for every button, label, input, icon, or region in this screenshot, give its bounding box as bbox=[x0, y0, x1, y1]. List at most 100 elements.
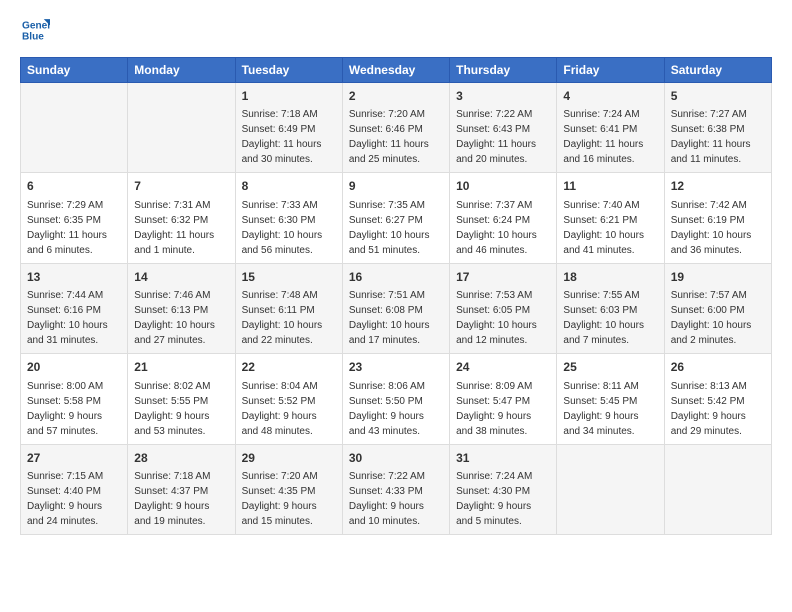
day-content: Sunrise: 7:33 AM Sunset: 6:30 PM Dayligh… bbox=[242, 198, 336, 258]
day-content: Sunrise: 8:00 AM Sunset: 5:58 PM Dayligh… bbox=[27, 379, 121, 439]
calendar-week-2: 6 Sunrise: 7:29 AM Sunset: 6:35 PM Daylig… bbox=[21, 173, 772, 263]
calendar-cell: 26Sunrise: 8:13 AM Sunset: 5:42 PM Dayli… bbox=[664, 354, 771, 444]
calendar-week-3: 13 Sunrise: 7:44 AM Sunset: 6:16 PM Dayli… bbox=[21, 263, 772, 353]
calendar-cell: 24Sunrise: 8:09 AM Sunset: 5:47 PM Dayli… bbox=[450, 354, 557, 444]
calendar-cell: 4Sunrise: 7:24 AM Sunset: 6:41 PM Daylig… bbox=[557, 83, 664, 173]
calendar-cell: 31 Sunrise: 7:24 AM Sunset: 4:30 PM Dayli… bbox=[450, 444, 557, 534]
day-content: Sunrise: 7:24 AM Sunset: 6:41 PM Dayligh… bbox=[563, 107, 657, 167]
logo-icon: General Blue bbox=[22, 16, 50, 44]
day-number: 17 bbox=[456, 269, 550, 286]
day-content: Sunrise: 7:46 AM Sunset: 6:13 PM Dayligh… bbox=[134, 288, 228, 348]
day-number: 3 bbox=[456, 88, 550, 105]
day-number: 30 bbox=[349, 450, 443, 467]
day-content: Sunrise: 8:11 AM Sunset: 5:45 PM Dayligh… bbox=[563, 379, 657, 439]
day-content: Sunrise: 8:02 AM Sunset: 5:55 PM Dayligh… bbox=[134, 379, 228, 439]
day-number: 22 bbox=[242, 359, 336, 376]
day-number: 21 bbox=[134, 359, 228, 376]
day-number: 28 bbox=[134, 450, 228, 467]
calendar-cell: 8 Sunrise: 7:33 AM Sunset: 6:30 PM Daylig… bbox=[235, 173, 342, 263]
calendar-cell bbox=[557, 444, 664, 534]
page-header: General Blue bbox=[20, 16, 772, 49]
day-number: 16 bbox=[349, 269, 443, 286]
day-number: 5 bbox=[671, 88, 765, 105]
day-number: 1 bbox=[242, 88, 336, 105]
calendar-week-1: 1 Sunrise: 7:18 AM Sunset: 6:49 PM Daylig… bbox=[21, 83, 772, 173]
calendar-cell: 19Sunrise: 7:57 AM Sunset: 6:00 PM Dayli… bbox=[664, 263, 771, 353]
day-number: 10 bbox=[456, 178, 550, 195]
calendar-header: SundayMondayTuesdayWednesdayThursdayFrid… bbox=[21, 58, 772, 83]
day-number: 11 bbox=[563, 178, 657, 195]
calendar-week-4: 20Sunrise: 8:00 AM Sunset: 5:58 PM Dayli… bbox=[21, 354, 772, 444]
day-content: Sunrise: 7:18 AM Sunset: 4:37 PM Dayligh… bbox=[134, 469, 228, 529]
day-header-sunday: Sunday bbox=[21, 58, 128, 83]
day-content: Sunrise: 7:27 AM Sunset: 6:38 PM Dayligh… bbox=[671, 107, 765, 167]
day-content: Sunrise: 7:22 AM Sunset: 6:43 PM Dayligh… bbox=[456, 107, 550, 167]
day-number: 2 bbox=[349, 88, 443, 105]
calendar-cell: 13 Sunrise: 7:44 AM Sunset: 6:16 PM Dayli… bbox=[21, 263, 128, 353]
calendar-cell: 30 Sunrise: 7:22 AM Sunset: 4:33 PM Dayli… bbox=[342, 444, 449, 534]
calendar-cell: 28 Sunrise: 7:18 AM Sunset: 4:37 PM Dayli… bbox=[128, 444, 235, 534]
calendar-cell: 21 Sunrise: 8:02 AM Sunset: 5:55 PM Dayli… bbox=[128, 354, 235, 444]
calendar-cell: 2Sunrise: 7:20 AM Sunset: 6:46 PM Daylig… bbox=[342, 83, 449, 173]
calendar-cell: 14 Sunrise: 7:46 AM Sunset: 6:13 PM Dayli… bbox=[128, 263, 235, 353]
calendar-cell: 12 Sunrise: 7:42 AM Sunset: 6:19 PM Dayli… bbox=[664, 173, 771, 263]
day-content: Sunrise: 7:31 AM Sunset: 6:32 PM Dayligh… bbox=[134, 198, 228, 258]
day-content: Sunrise: 7:40 AM Sunset: 6:21 PM Dayligh… bbox=[563, 198, 657, 258]
day-number: 31 bbox=[456, 450, 550, 467]
day-number: 23 bbox=[349, 359, 443, 376]
calendar-cell: 27 Sunrise: 7:15 AM Sunset: 4:40 PM Dayli… bbox=[21, 444, 128, 534]
day-number: 18 bbox=[563, 269, 657, 286]
day-content: Sunrise: 7:18 AM Sunset: 6:49 PM Dayligh… bbox=[242, 107, 336, 167]
day-header-monday: Monday bbox=[128, 58, 235, 83]
calendar-cell: 9 Sunrise: 7:35 AM Sunset: 6:27 PM Daylig… bbox=[342, 173, 449, 263]
day-number: 27 bbox=[27, 450, 121, 467]
day-content: Sunrise: 8:06 AM Sunset: 5:50 PM Dayligh… bbox=[349, 379, 443, 439]
calendar-cell bbox=[664, 444, 771, 534]
day-content: Sunrise: 7:55 AM Sunset: 6:03 PM Dayligh… bbox=[563, 288, 657, 348]
day-number: 7 bbox=[134, 178, 228, 195]
day-number: 14 bbox=[134, 269, 228, 286]
day-number: 12 bbox=[671, 178, 765, 195]
day-content: Sunrise: 7:20 AM Sunset: 4:35 PM Dayligh… bbox=[242, 469, 336, 529]
day-content: Sunrise: 7:44 AM Sunset: 6:16 PM Dayligh… bbox=[27, 288, 121, 348]
calendar-week-5: 27 Sunrise: 7:15 AM Sunset: 4:40 PM Dayli… bbox=[21, 444, 772, 534]
calendar-cell: 10Sunrise: 7:37 AM Sunset: 6:24 PM Dayli… bbox=[450, 173, 557, 263]
day-number: 13 bbox=[27, 269, 121, 286]
day-header-tuesday: Tuesday bbox=[235, 58, 342, 83]
calendar-cell: 20Sunrise: 8:00 AM Sunset: 5:58 PM Dayli… bbox=[21, 354, 128, 444]
day-content: Sunrise: 8:13 AM Sunset: 5:42 PM Dayligh… bbox=[671, 379, 765, 439]
calendar-cell: 17Sunrise: 7:53 AM Sunset: 6:05 PM Dayli… bbox=[450, 263, 557, 353]
day-number: 15 bbox=[242, 269, 336, 286]
day-content: Sunrise: 7:42 AM Sunset: 6:19 PM Dayligh… bbox=[671, 198, 765, 258]
day-content: Sunrise: 7:57 AM Sunset: 6:00 PM Dayligh… bbox=[671, 288, 765, 348]
calendar-cell: 11 Sunrise: 7:40 AM Sunset: 6:21 PM Dayli… bbox=[557, 173, 664, 263]
day-number: 29 bbox=[242, 450, 336, 467]
svg-text:Blue: Blue bbox=[22, 31, 44, 42]
calendar-cell: 3 Sunrise: 7:22 AM Sunset: 6:43 PM Daylig… bbox=[450, 83, 557, 173]
day-content: Sunrise: 7:29 AM Sunset: 6:35 PM Dayligh… bbox=[27, 198, 121, 258]
logo: General Blue bbox=[20, 16, 54, 49]
day-number: 24 bbox=[456, 359, 550, 376]
day-number: 25 bbox=[563, 359, 657, 376]
calendar-cell: 18 Sunrise: 7:55 AM Sunset: 6:03 PM Dayli… bbox=[557, 263, 664, 353]
calendar-cell bbox=[21, 83, 128, 173]
day-header-thursday: Thursday bbox=[450, 58, 557, 83]
calendar-cell: 23 Sunrise: 8:06 AM Sunset: 5:50 PM Dayli… bbox=[342, 354, 449, 444]
day-content: Sunrise: 7:35 AM Sunset: 6:27 PM Dayligh… bbox=[349, 198, 443, 258]
svg-text:General: General bbox=[22, 20, 50, 31]
calendar-cell bbox=[128, 83, 235, 173]
calendar-table: SundayMondayTuesdayWednesdayThursdayFrid… bbox=[20, 57, 772, 535]
calendar-cell: 6 Sunrise: 7:29 AM Sunset: 6:35 PM Daylig… bbox=[21, 173, 128, 263]
day-content: Sunrise: 7:48 AM Sunset: 6:11 PM Dayligh… bbox=[242, 288, 336, 348]
day-content: Sunrise: 7:15 AM Sunset: 4:40 PM Dayligh… bbox=[27, 469, 121, 529]
day-content: Sunrise: 7:51 AM Sunset: 6:08 PM Dayligh… bbox=[349, 288, 443, 348]
calendar-cell: 1 Sunrise: 7:18 AM Sunset: 6:49 PM Daylig… bbox=[235, 83, 342, 173]
day-content: Sunrise: 7:22 AM Sunset: 4:33 PM Dayligh… bbox=[349, 469, 443, 529]
calendar-cell: 29 Sunrise: 7:20 AM Sunset: 4:35 PM Dayli… bbox=[235, 444, 342, 534]
day-number: 6 bbox=[27, 178, 121, 195]
day-number: 8 bbox=[242, 178, 336, 195]
day-number: 9 bbox=[349, 178, 443, 195]
day-content: Sunrise: 8:04 AM Sunset: 5:52 PM Dayligh… bbox=[242, 379, 336, 439]
day-header-saturday: Saturday bbox=[664, 58, 771, 83]
day-content: Sunrise: 7:24 AM Sunset: 4:30 PM Dayligh… bbox=[456, 469, 550, 529]
